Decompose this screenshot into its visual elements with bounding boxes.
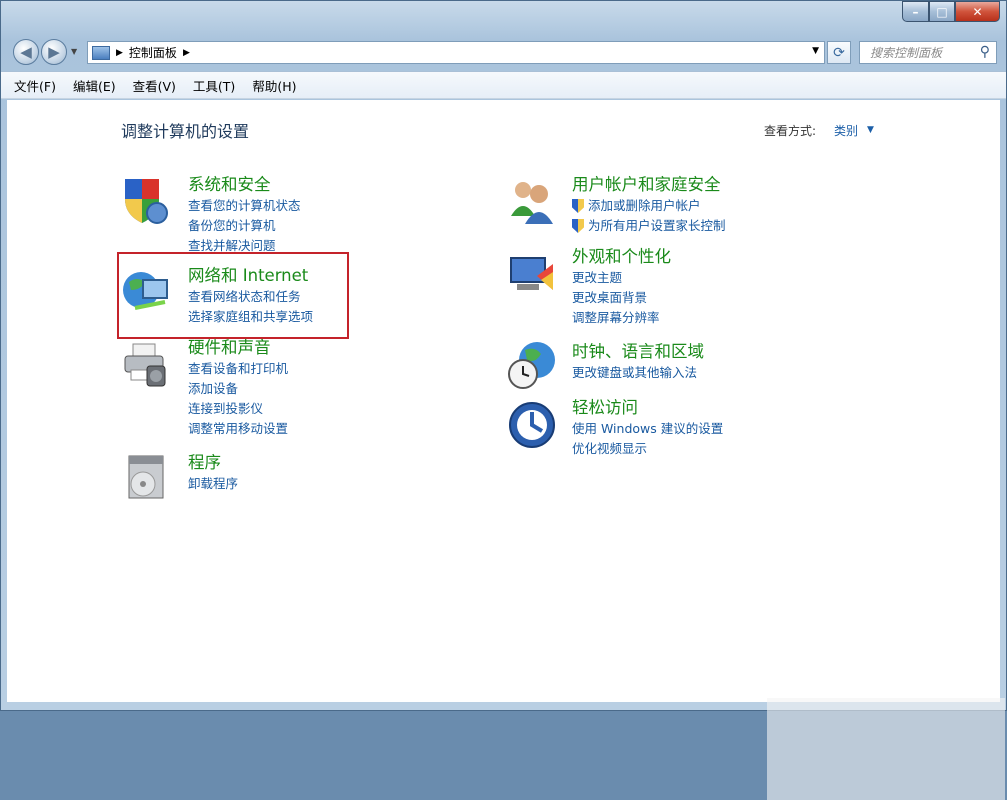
category-ease-of-access: 轻松访问 使用 Windows 建议的设置 优化视频显示 [572,397,723,459]
link-screen-resolution[interactable]: 调整屏幕分辨率 [572,308,671,328]
category-clock-language-region: 时钟、语言和区域 更改键盘或其他输入法 [572,341,704,383]
security-shield-icon[interactable] [119,175,169,225]
forward-button[interactable]: ▶ [41,39,67,65]
back-button[interactable]: ◀ [13,39,39,65]
menu-edit[interactable]: 编辑(E) [73,76,116,95]
category-title-system-security[interactable]: 系统和安全 [188,174,301,196]
clock-globe-icon[interactable] [507,340,557,390]
ease-of-access-icon[interactable] [507,400,557,450]
link-devices-printers[interactable]: 查看设备和打印机 [188,359,288,379]
search-input[interactable]: 搜索控制面板 ⚲ [859,41,997,64]
link-add-remove-accounts[interactable]: 添加或删除用户帐户 [572,196,726,216]
close-button[interactable]: ✕ [955,1,1000,22]
control-panel-window: – □ ✕ ◀ ▶ ▼ ▶ 控制面板 ▶ ▼ ⟳ 搜索控制面板 ⚲ 文件(F) … [0,0,1007,800]
breadcrumb-control-panel[interactable]: 控制面板 [129,44,177,61]
link-keyboard-input[interactable]: 更改键盘或其他输入法 [572,363,704,383]
refresh-icon: ⟳ [833,44,845,61]
link-uninstall-program[interactable]: 卸载程序 [188,474,238,494]
category-title-hardware-sound[interactable]: 硬件和声音 [188,337,288,359]
view-by-label: 查看方式: [764,124,817,138]
link-change-theme[interactable]: 更改主题 [572,268,671,288]
link-optimize-display[interactable]: 优化视频显示 [572,439,723,459]
watermark [767,698,1005,800]
caption-buttons: – □ ✕ [902,1,1000,22]
category-system-security: 系统和安全 查看您的计算机状态 备份您的计算机 查找并解决问题 [188,174,301,256]
category-title-appearance[interactable]: 外观和个性化 [572,246,671,268]
category-title-clock-language-region[interactable]: 时钟、语言和区域 [572,341,704,363]
link-add-remove-accounts-label: 添加或删除用户帐户 [588,198,701,213]
refresh-button[interactable]: ⟳ [827,41,851,64]
printer-icon[interactable] [121,340,171,390]
uac-shield-icon [572,219,584,233]
maximize-button[interactable]: □ [929,1,955,22]
highlight-box [117,252,349,339]
minimize-button[interactable]: – [902,1,929,22]
menu-view[interactable]: 查看(V) [133,76,176,95]
recent-pages-dropdown[interactable]: ▼ [71,47,77,56]
category-user-accounts: 用户帐户和家庭安全 添加或删除用户帐户 为所有用户设置家长控制 [572,174,726,236]
menu-file[interactable]: 文件(F) [14,76,56,95]
address-bar[interactable]: ▶ 控制面板 ▶ ▼ [87,41,825,64]
link-desktop-background[interactable]: 更改桌面背景 [572,288,671,308]
link-mobility-settings[interactable]: 调整常用移动设置 [188,419,288,439]
link-view-computer-status[interactable]: 查看您的计算机状态 [188,196,301,216]
link-parental-controls[interactable]: 为所有用户设置家长控制 [572,216,726,236]
appearance-display-icon[interactable] [507,250,557,300]
content-pane: 调整计算机的设置 查看方式: 类别 ▼ 系统和安全 查看您的计算机状态 备份您的… [7,100,1005,800]
link-windows-suggested-settings[interactable]: 使用 Windows 建议的设置 [572,419,723,439]
category-title-programs[interactable]: 程序 [188,452,238,474]
link-connect-projector[interactable]: 连接到投影仪 [188,399,288,419]
menu-help[interactable]: 帮助(H) [252,76,296,95]
category-title-user-accounts[interactable]: 用户帐户和家庭安全 [572,174,726,196]
search-icon[interactable]: ⚲ [980,44,990,60]
link-parental-controls-label: 为所有用户设置家长控制 [588,218,726,233]
search-placeholder: 搜索控制面板 [870,46,943,60]
title-bar: – □ ✕ [1,1,1006,37]
link-add-device[interactable]: 添加设备 [188,379,288,399]
menu-bar: 文件(F) 编辑(E) 查看(V) 工具(T) 帮助(H) [1,71,1006,99]
breadcrumb-separator-icon[interactable]: ▶ [116,48,123,58]
menu-tools[interactable]: 工具(T) [193,76,235,95]
control-panel-icon [92,45,110,60]
category-appearance: 外观和个性化 更改主题 更改桌面背景 调整屏幕分辨率 [572,246,671,328]
address-dropdown-icon[interactable]: ▼ [812,46,819,56]
link-backup-computer[interactable]: 备份您的计算机 [188,216,301,236]
uac-shield-icon [572,199,584,213]
page-title: 调整计算机的设置 [121,122,250,141]
users-icon[interactable] [507,176,557,226]
breadcrumb-separator-icon[interactable]: ▶ [183,48,190,58]
category-title-ease-of-access[interactable]: 轻松访问 [572,397,723,419]
category-hardware-sound: 硬件和声音 查看设备和打印机 添加设备 连接到投影仪 调整常用移动设置 [188,337,288,439]
chevron-down-icon[interactable]: ▼ [867,125,874,135]
category-programs: 程序 卸载程序 [188,452,238,494]
arrow-right-icon: ▶ [48,43,60,61]
view-by-dropdown[interactable]: 类别 [834,122,858,139]
navigation-bar: ◀ ▶ ▼ ▶ 控制面板 ▶ ▼ ⟳ 搜索控制面板 ⚲ [1,37,1006,69]
programs-disc-icon[interactable] [121,452,171,502]
arrow-left-icon: ◀ [20,43,32,61]
